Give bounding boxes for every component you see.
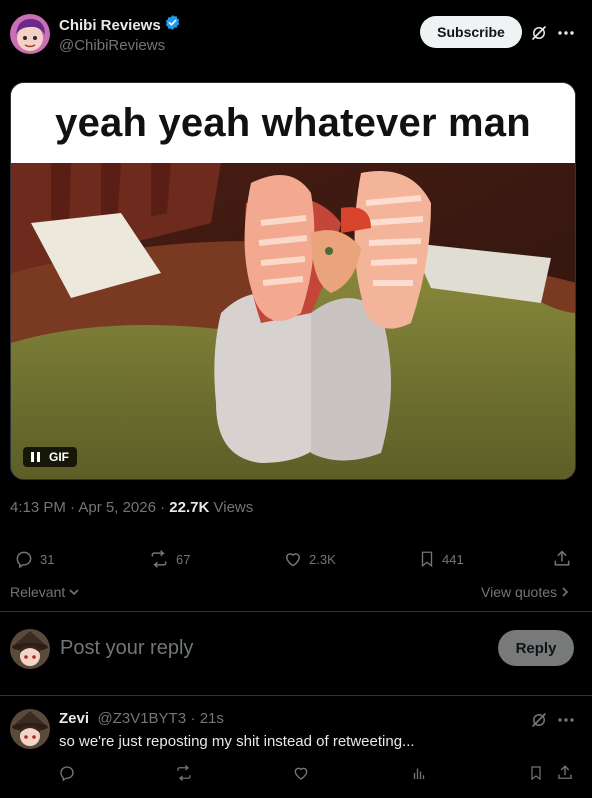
verified-badge-icon — [164, 14, 181, 36]
current-user-avatar[interactable] — [10, 629, 50, 669]
reply-icon — [60, 766, 74, 782]
repost-icon — [151, 550, 167, 568]
comment-views-action[interactable] — [410, 764, 428, 782]
comment-like-action[interactable] — [292, 764, 310, 782]
more-options-icon[interactable] — [556, 711, 576, 729]
post-time[interactable]: 4:13 PM — [10, 499, 66, 516]
repost-action[interactable]: 67 — [148, 549, 190, 569]
views-label: Views — [213, 499, 254, 516]
view-quotes-label: View quotes — [481, 584, 558, 600]
view-quotes-link[interactable]: View quotes — [481, 584, 570, 600]
bookmark-count: 441 — [442, 551, 464, 567]
reply-icon — [16, 551, 32, 569]
gif-label: GIF — [49, 450, 69, 464]
bookmark-action[interactable]: 441 — [418, 549, 464, 569]
repost-count: 67 — [176, 551, 191, 567]
media-caption: yeah yeah whatever man — [55, 100, 531, 145]
author-avatar[interactable] — [10, 14, 50, 54]
divider — [0, 611, 592, 612]
comment-separator: · — [190, 710, 200, 727]
commenter-name[interactable]: Zevi — [59, 710, 89, 727]
like-count: 2.3K — [309, 551, 336, 567]
comment-share-action[interactable] — [556, 764, 574, 782]
reply-button[interactable]: Reply — [498, 630, 574, 666]
bookmark-icon — [421, 551, 433, 568]
post-media[interactable]: yeah yeah whatever man GIF — [10, 82, 576, 480]
divider — [0, 695, 592, 696]
author-name[interactable]: Chibi Reviews — [59, 17, 161, 34]
reply-count: 31 — [40, 551, 55, 567]
heart-icon — [285, 553, 301, 567]
reply-input[interactable]: Post your reply — [60, 637, 480, 661]
pause-icon[interactable] — [31, 452, 40, 462]
subscribe-button[interactable]: Subscribe — [420, 16, 522, 48]
comment-time[interactable]: 21s — [200, 710, 224, 727]
heart-icon — [294, 767, 308, 780]
bookmark-icon — [531, 766, 541, 781]
gif-badge[interactable]: GIF — [23, 447, 77, 467]
meta-separator: · — [160, 499, 170, 516]
comment-text: so we're just reposting my shit instead … — [59, 733, 415, 750]
media-caption-band: yeah yeah whatever man — [11, 83, 575, 163]
analytics-icon — [413, 768, 425, 779]
comment-repost-action[interactable] — [174, 764, 194, 782]
post-date[interactable]: Apr 5, 2026 — [78, 499, 156, 516]
views-count: 22.7K — [169, 499, 210, 516]
share-icon — [558, 765, 572, 779]
commenter-avatar[interactable] — [10, 709, 50, 749]
share-icon — [554, 550, 570, 566]
comment-bookmark-action[interactable] — [528, 764, 544, 782]
author-handle[interactable]: @ChibiReviews — [59, 37, 181, 54]
grok-icon[interactable] — [530, 24, 548, 42]
sort-label: Relevant — [10, 584, 66, 600]
gif-frame[interactable]: GIF — [11, 163, 575, 479]
post-meta: 4:13 PM · Apr 5, 2026 · 22.7K Views — [10, 499, 253, 516]
author-block[interactable]: Chibi Reviews @ChibiReviews — [59, 14, 181, 54]
chevron-down-icon — [69, 589, 79, 596]
comment-header: Zevi @Z3V1BYT3 · 21s — [59, 710, 224, 728]
more-options-icon[interactable] — [556, 24, 576, 42]
reply-action[interactable]: 31 — [14, 549, 54, 569]
comment-reply-action[interactable] — [58, 764, 76, 782]
replies-sort-dropdown[interactable]: Relevant — [10, 584, 80, 600]
commenter-handle[interactable]: @Z3V1BYT3 — [97, 710, 186, 727]
like-action[interactable]: 2.3K — [283, 549, 336, 569]
grok-icon[interactable] — [530, 711, 548, 729]
share-action[interactable] — [552, 549, 572, 569]
chevron-right-icon — [562, 587, 569, 597]
repost-icon — [177, 765, 191, 781]
gif-illustration — [11, 163, 575, 479]
